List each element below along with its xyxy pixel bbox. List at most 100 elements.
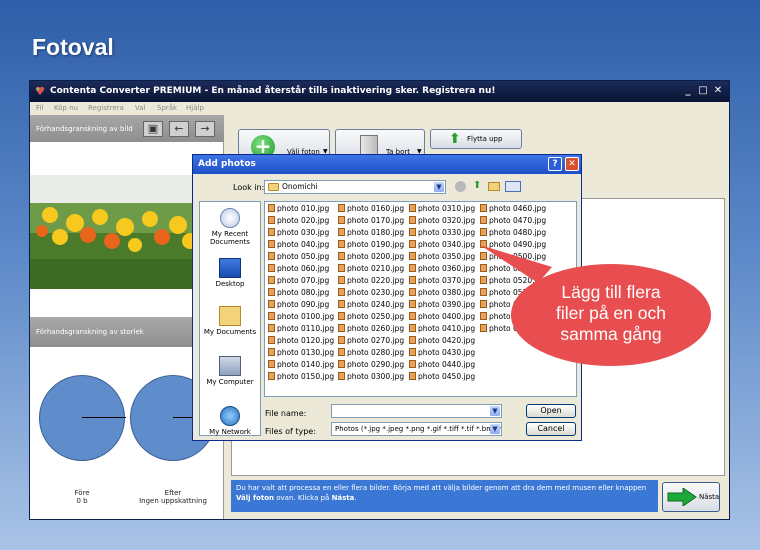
file-item[interactable]: photo 0320.jpg [409, 216, 475, 225]
place-my-computer[interactable]: My Computer [200, 356, 260, 386]
file-item[interactable]: photo 090.jpg [268, 300, 329, 309]
image-file-icon [338, 336, 345, 344]
arrow-left-icon[interactable]: ← [169, 121, 189, 137]
menu-register[interactable]: Registrera [88, 104, 124, 112]
chevron-down-icon[interactable]: ▼ [434, 182, 444, 192]
file-name: photo 0310.jpg [418, 204, 476, 213]
file-item[interactable]: photo 030.jpg [268, 228, 329, 237]
file-name: photo 0400.jpg [418, 312, 476, 321]
info-choose-photos-bold: Välj foton [236, 494, 274, 502]
image-file-icon [338, 264, 345, 272]
look-in-label: Look in: [233, 183, 265, 192]
menu-language[interactable]: Språk [157, 104, 177, 112]
file-item[interactable]: photo 0210.jpg [338, 264, 404, 273]
file-item[interactable]: photo 0340.jpg [409, 240, 475, 249]
chevron-down-icon[interactable]: ▼ [490, 406, 500, 416]
file-item[interactable]: photo 0170.jpg [338, 216, 404, 225]
file-item[interactable]: photo 0310.jpg [409, 204, 475, 213]
file-item[interactable]: photo 0330.jpg [409, 228, 475, 237]
move-up-button[interactable]: ⬆ Flytta upp [430, 129, 522, 149]
file-item[interactable]: photo 020.jpg [268, 216, 329, 225]
file-item[interactable]: photo 050.jpg [268, 252, 329, 261]
place-my-documents[interactable]: My Documents [200, 306, 260, 336]
file-item[interactable]: photo 0200.jpg [338, 252, 404, 261]
file-item[interactable]: photo 0420.jpg [409, 336, 475, 345]
file-item[interactable]: photo 0360.jpg [409, 264, 475, 273]
file-item[interactable]: photo 0160.jpg [338, 204, 404, 213]
rotate-icon[interactable]: ▣ [143, 121, 163, 137]
file-item[interactable]: photo 0120.jpg [268, 336, 334, 345]
file-item[interactable]: photo 070.jpg [268, 276, 329, 285]
file-item[interactable]: photo 0110.jpg [268, 324, 334, 333]
image-file-icon [409, 312, 416, 320]
up-folder-icon[interactable]: ⬆ [473, 180, 481, 191]
dialog-close-button[interactable]: ✕ [565, 157, 579, 171]
file-item[interactable]: photo 0470.jpg [480, 216, 546, 225]
back-icon[interactable] [455, 181, 466, 192]
file-item[interactable]: photo 0440.jpg [409, 360, 475, 369]
view-menu-icon[interactable] [505, 181, 521, 192]
file-item[interactable]: photo 0150.jpg [268, 372, 334, 381]
file-item[interactable]: photo 0140.jpg [268, 360, 334, 369]
info-bar: Du har valt att processa en eller flera … [231, 480, 658, 512]
file-item[interactable]: photo 0280.jpg [338, 348, 404, 357]
info-next-bold: Nästa [331, 494, 355, 502]
file-item[interactable]: photo 0300.jpg [338, 372, 404, 381]
file-type-select[interactable]: Photos (*.jpg *.jpeg *.png *.gif *.tiff … [331, 422, 502, 436]
file-name: photo 0240.jpg [347, 300, 405, 309]
image-file-icon [409, 300, 416, 308]
menu-help[interactable]: Hjälp [186, 104, 204, 112]
file-item[interactable]: photo 0190.jpg [338, 240, 404, 249]
file-item[interactable]: photo 0380.jpg [409, 288, 475, 297]
file-item[interactable]: photo 0460.jpg [480, 204, 546, 213]
file-item[interactable]: photo 0220.jpg [338, 276, 404, 285]
desktop-icon [219, 258, 241, 278]
file-item[interactable]: photo 0100.jpg [268, 312, 334, 321]
new-folder-icon[interactable] [488, 182, 500, 191]
file-item[interactable]: photo 0400.jpg [409, 312, 475, 321]
menu-buy-now[interactable]: Köp nu [54, 104, 78, 112]
maximize-button[interactable]: □ [696, 84, 710, 98]
next-button[interactable]: Nästa [662, 482, 720, 512]
file-item[interactable]: photo 010.jpg [268, 204, 329, 213]
file-item[interactable]: photo 0180.jpg [338, 228, 404, 237]
window-title: Contenta Converter PREMIUM - En månad åt… [50, 86, 496, 96]
file-item[interactable]: photo 080.jpg [268, 288, 329, 297]
file-item[interactable]: photo 0370.jpg [409, 276, 475, 285]
minimize-button[interactable]: _ [681, 84, 695, 98]
file-item[interactable]: photo 060.jpg [268, 264, 329, 273]
look-in-select[interactable]: Onomichi ▼ [264, 180, 446, 194]
place-my-network[interactable]: My Network [200, 406, 260, 436]
menu-options[interactable]: Val [135, 104, 145, 112]
file-item[interactable]: photo 0260.jpg [338, 324, 404, 333]
file-item[interactable]: photo 0350.jpg [409, 252, 475, 261]
close-button[interactable]: ✕ [711, 84, 725, 98]
place-recent[interactable]: My Recent Documents [200, 208, 260, 246]
cancel-button[interactable]: Cancel [526, 422, 576, 436]
place-desktop[interactable]: Desktop [200, 258, 260, 288]
file-item[interactable]: photo 0430.jpg [409, 348, 475, 357]
file-item[interactable]: photo 040.jpg [268, 240, 329, 249]
file-item[interactable]: photo 0390.jpg [409, 300, 475, 309]
place-my-network-label: My Network [209, 428, 251, 436]
file-item[interactable]: photo 0270.jpg [338, 336, 404, 345]
menu-file[interactable]: Fil [36, 104, 43, 112]
file-item[interactable]: photo 0480.jpg [480, 228, 546, 237]
file-item[interactable]: photo 0410.jpg [409, 324, 475, 333]
file-item[interactable]: photo 0450.jpg [409, 372, 475, 381]
file-item[interactable]: photo 0250.jpg [338, 312, 404, 321]
file-item[interactable]: photo 0230.jpg [338, 288, 404, 297]
file-name: photo 0230.jpg [347, 288, 405, 297]
file-name: photo 0120.jpg [277, 336, 335, 345]
file-name-input[interactable]: ▼ [331, 404, 502, 418]
file-name: photo 0300.jpg [347, 372, 405, 381]
file-item[interactable]: photo 0240.jpg [338, 300, 404, 309]
file-item[interactable]: photo 0130.jpg [268, 348, 334, 357]
chevron-down-icon[interactable]: ▼ [490, 424, 500, 434]
file-item[interactable]: photo 0290.jpg [338, 360, 404, 369]
arrow-right-icon[interactable]: → [195, 121, 215, 137]
before-caption: Före [74, 489, 90, 497]
file-name: photo 0460.jpg [489, 204, 547, 213]
help-button[interactable]: ? [548, 157, 562, 171]
open-button[interactable]: Open [526, 404, 576, 418]
